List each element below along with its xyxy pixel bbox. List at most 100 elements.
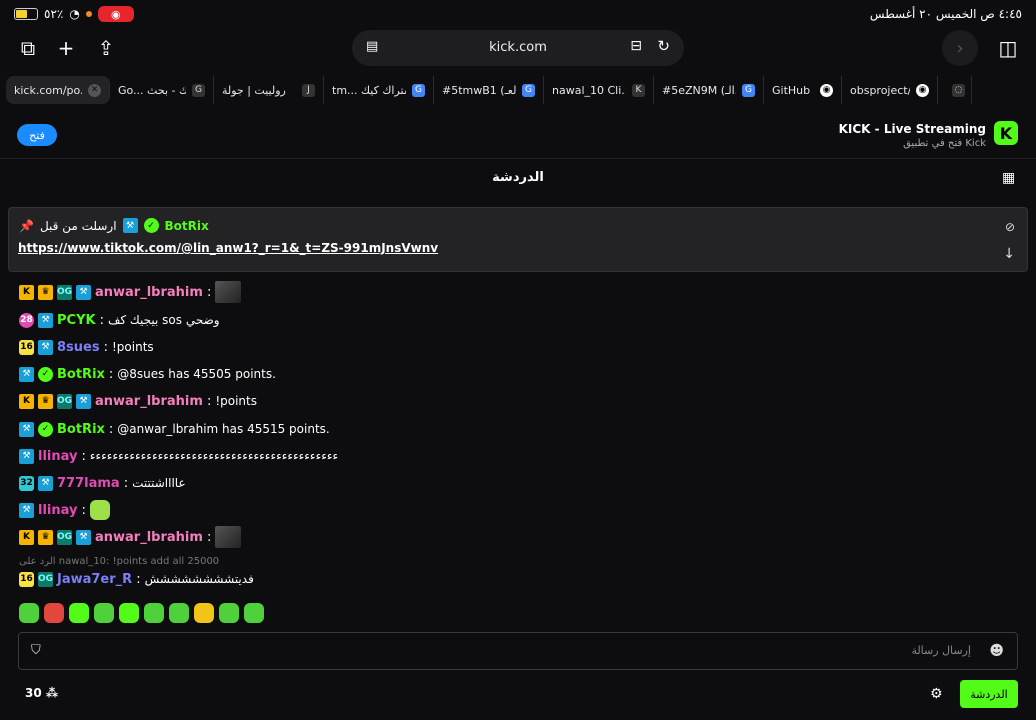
chat-message: ⚒ ✓ BotRix: @8sues has 45505 points. bbox=[19, 363, 276, 385]
moderator-badge-icon: ⚒ bbox=[122, 218, 138, 233]
pinned-user[interactable]: BotRix bbox=[165, 219, 209, 233]
app-subtitle: فتح في تطبيق Kick bbox=[903, 138, 986, 149]
separator: : bbox=[103, 339, 108, 355]
kick-badge-icon: K bbox=[19, 529, 34, 545]
chat-text: @anwar_lbrahim has 45515 points. bbox=[117, 422, 330, 436]
hide-pinned-icon[interactable]: ⊘ bbox=[1005, 220, 1015, 234]
moderator-badge-icon: ⚒ bbox=[76, 284, 91, 300]
og-badge-icon: OG bbox=[57, 393, 72, 409]
emote-icon[interactable] bbox=[169, 603, 189, 623]
pinned-by-label: ارسلت من قبل bbox=[39, 218, 117, 233]
gear-icon[interactable]: ⚙ bbox=[930, 686, 943, 702]
pinned-link[interactable]: https://www.tiktok.com/@lin_anw1?_r=1&_t… bbox=[18, 241, 438, 255]
tab-label: obsproject/o... bbox=[850, 83, 910, 97]
chat-username[interactable]: 8sues bbox=[57, 340, 100, 355]
mic-indicator-icon bbox=[85, 11, 92, 17]
users-icon[interactable]: ▦ bbox=[1002, 170, 1015, 186]
separator: : bbox=[136, 571, 141, 587]
tab-2[interactable]: رولييت | جولة J bbox=[214, 76, 324, 104]
status-time: ٤:٤٥ ص الخميس ٢٠ أغسطس bbox=[869, 7, 1022, 21]
tab-3[interactable]: tm... اشتراك كيك G bbox=[324, 76, 434, 104]
favicon-icon: G bbox=[192, 83, 205, 97]
chat-username[interactable]: Jawa7er_R bbox=[57, 572, 132, 587]
emote-icon[interactable] bbox=[219, 603, 239, 623]
emote-icon[interactable] bbox=[144, 603, 164, 623]
reply-reference[interactable]: الرد على nawal_10: !points add all 25000 bbox=[19, 556, 219, 567]
tab-label: kick.com/po... bbox=[14, 83, 82, 97]
chat-message: K ♛ OG ⚒ anwar_lbrahim: bbox=[19, 526, 242, 548]
chat-username[interactable]: anwar_lbrahim bbox=[95, 530, 203, 545]
moderator-badge-icon: ⚒ bbox=[19, 448, 34, 464]
emote-icon[interactable] bbox=[244, 603, 264, 623]
tab-9[interactable]: | O...◌ bbox=[938, 76, 972, 104]
address-bar[interactable]: ▤ kick.com ⊟ ↻ bbox=[352, 30, 684, 66]
expand-arrow-icon[interactable]: ↓ bbox=[1003, 246, 1015, 262]
tab-1[interactable]: Go... كيك - بحث G bbox=[110, 76, 214, 104]
chat-username[interactable]: 777lama bbox=[57, 476, 120, 491]
tab-8[interactable]: obsproject/o... ◉ bbox=[842, 76, 938, 104]
verified-badge-icon: ✓ bbox=[38, 421, 53, 437]
sidebar-icon[interactable]: ◫ bbox=[994, 34, 1022, 62]
pin-icon: 📌 bbox=[19, 218, 34, 233]
chat-input[interactable]: ⛉ إرسال رسالة ☻ bbox=[18, 632, 1018, 670]
separator: : bbox=[81, 502, 86, 518]
chat-message: 28 ⚒ PCYK: بيجيك كف sos وضحي bbox=[19, 309, 220, 331]
tab-5[interactable]: nawal_10 Cli... K bbox=[544, 76, 654, 104]
record-indicator-icon[interactable]: ◉ bbox=[97, 6, 134, 22]
tab-6[interactable]: #5eZN9M (الـ... G bbox=[654, 76, 764, 104]
chat-username[interactable]: anwar_lbrahim bbox=[95, 285, 203, 300]
chat-username[interactable]: PCYK bbox=[57, 313, 96, 328]
emote-icon[interactable] bbox=[44, 603, 64, 623]
separator: : bbox=[206, 529, 212, 545]
status-left: ٥٢٪ ◔ ◉ bbox=[14, 6, 134, 22]
separator: : bbox=[206, 393, 212, 409]
moderator-badge-icon: ⚒ bbox=[19, 502, 34, 518]
chat-username[interactable]: BotRix bbox=[57, 422, 105, 437]
verified-badge-icon: ✓ bbox=[38, 366, 53, 382]
moderator-badge-icon: ⚒ bbox=[38, 475, 53, 491]
chat-username[interactable]: llinay bbox=[38, 449, 77, 464]
favicon-icon: G bbox=[742, 83, 755, 97]
tab-label: Go... كيك - بحث bbox=[118, 83, 186, 97]
chat-username[interactable]: anwar_lbrahim bbox=[95, 394, 203, 409]
tabs-overview-icon[interactable]: ⧉ bbox=[14, 34, 42, 62]
emote-icon[interactable] bbox=[194, 603, 214, 623]
status-bar: ٥٢٪ ◔ ◉ ٤:٤٥ ص الخميس ٢٠ أغسطس bbox=[0, 0, 1036, 28]
reload-icon[interactable]: ↻ bbox=[657, 37, 670, 55]
emote-icon[interactable] bbox=[119, 603, 139, 623]
kick-logo-icon: K bbox=[994, 121, 1018, 145]
subscriber-badge-icon: 16 bbox=[19, 339, 34, 355]
chat-message: 32 ⚒ 777lama: عااااشتتتت bbox=[19, 472, 186, 494]
emote-icon[interactable] bbox=[69, 603, 89, 623]
battery-icon bbox=[14, 8, 38, 20]
new-tab-icon[interactable]: + bbox=[52, 34, 80, 62]
kick-badge-icon: K bbox=[19, 393, 34, 409]
close-tab-icon[interactable]: ✕ bbox=[88, 83, 101, 97]
pinned-message: 📌 ارسلت من قبل ⚒ ✓ BotRix https://www.ti… bbox=[8, 207, 1028, 272]
crown-badge-icon: ♛ bbox=[38, 393, 53, 409]
emoji-icon[interactable]: ☻ bbox=[989, 643, 1004, 659]
shield-icon[interactable]: ⛉ bbox=[31, 643, 41, 658]
forward-button[interactable]: › bbox=[942, 30, 978, 66]
chat-username[interactable]: llinay bbox=[38, 503, 77, 518]
send-chat-button[interactable]: الدردشة bbox=[960, 680, 1018, 708]
favicon-icon: ◉ bbox=[916, 83, 929, 97]
viewer-count: 30 ⁂ bbox=[25, 686, 58, 700]
favicon-icon: ◌ bbox=[952, 83, 965, 97]
chat-input-placeholder: إرسال رسالة bbox=[911, 644, 971, 657]
chat-username[interactable]: BotRix bbox=[57, 367, 105, 382]
share-icon[interactable]: ⇪ bbox=[92, 34, 120, 62]
emote-icon[interactable] bbox=[94, 603, 114, 623]
extension-icon[interactable]: ⊟ bbox=[630, 38, 642, 54]
tab-label: #5eZN9M (الـ... bbox=[662, 83, 736, 97]
emote-image bbox=[215, 281, 242, 303]
emote-icon[interactable] bbox=[19, 603, 39, 623]
favicon-icon: K bbox=[632, 83, 645, 97]
tab-7[interactable]: GitHub ◉ bbox=[764, 76, 842, 104]
og-badge-icon: OG bbox=[57, 529, 72, 545]
wifi-icon: ◔ bbox=[69, 7, 80, 21]
tab-4[interactable]: #5tmwB1 (العـ... G bbox=[434, 76, 544, 104]
separator: : bbox=[81, 448, 86, 464]
open-app-button[interactable]: فتح bbox=[17, 124, 57, 146]
tab-0[interactable]: kick.com/po... ✕ bbox=[6, 76, 110, 104]
